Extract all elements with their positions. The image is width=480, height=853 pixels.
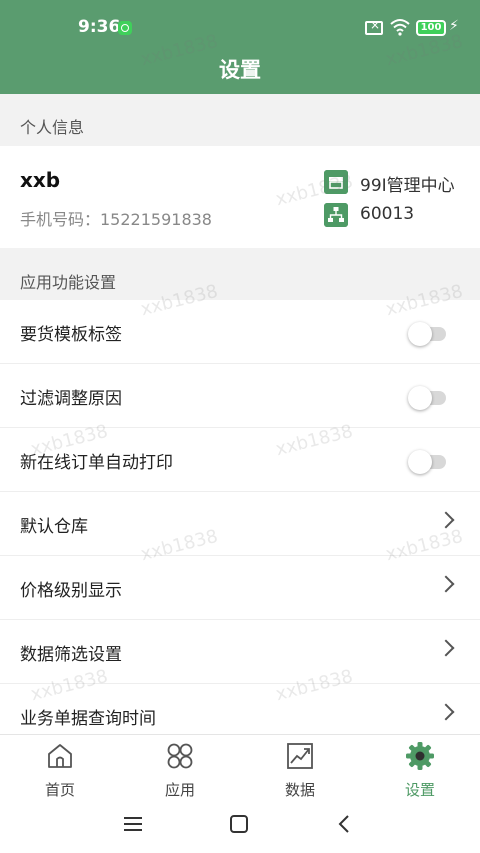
bottom-tab-bar: 首页 应用 数据 设置	[0, 734, 480, 800]
org-tree-icon	[324, 203, 348, 227]
home-square-icon[interactable]	[224, 812, 254, 836]
tab-label: 应用	[164, 781, 195, 799]
gear-icon	[406, 742, 434, 770]
setting-label: 要货模板标签	[20, 325, 122, 345]
status-time: 9:36	[78, 17, 121, 37]
chart-icon	[287, 743, 313, 769]
setting-row-order-template-tags[interactable]: 要货模板标签	[0, 300, 480, 364]
tab-apps[interactable]: 应用	[120, 739, 240, 799]
toggle-switch[interactable]	[408, 386, 448, 410]
wifi-icon	[390, 19, 410, 36]
setting-row-default-warehouse[interactable]: 默认仓库	[0, 492, 480, 556]
setting-label: 数据筛选设置	[20, 645, 122, 665]
app-header: 9:36 100 ⚡ 设置	[0, 0, 480, 94]
org-code: 60013	[360, 204, 415, 224]
phone-number: 手机号码：15221591838	[20, 210, 212, 229]
store-icon	[324, 170, 348, 194]
toggle-switch[interactable]	[408, 322, 448, 346]
setting-row-filter-adjust-reasons[interactable]: 过滤调整原因	[0, 364, 480, 428]
system-nav-bar	[0, 800, 480, 853]
toggle-knob	[408, 450, 432, 474]
setting-row-auto-print-online-orders[interactable]: 新在线订单自动打印	[0, 428, 480, 492]
toggle-knob	[408, 386, 432, 410]
tab-data[interactable]: 数据	[240, 739, 360, 799]
tab-label: 首页	[44, 781, 75, 799]
chevron-right-icon	[437, 703, 455, 721]
chevron-right-icon	[437, 511, 455, 529]
tab-label: 设置	[404, 781, 435, 799]
apps-icon	[167, 743, 193, 769]
toggle-knob	[408, 322, 432, 346]
setting-row-price-level-display[interactable]: 价格级别显示	[0, 556, 480, 620]
settings-list: 要货模板标签 过滤调整原因 新在线订单自动打印 默认仓库 价格级别显示 数据筛选…	[0, 300, 480, 734]
section-title-app-settings: 应用功能设置	[20, 273, 117, 292]
store-name: 99I管理中心	[360, 176, 455, 196]
section-title-personal: 个人信息	[20, 118, 85, 137]
tab-settings[interactable]: 设置	[360, 739, 480, 799]
charging-icon: ⚡	[449, 18, 459, 34]
back-icon[interactable]	[330, 812, 360, 836]
setting-label: 过滤调整原因	[20, 389, 122, 409]
setting-label: 业务单据查询时间	[20, 709, 156, 729]
tab-home[interactable]: 首页	[0, 739, 120, 799]
app-notification-icon	[118, 21, 132, 35]
no-sim-icon	[365, 18, 383, 35]
status-bar: 9:36 100 ⚡	[0, 14, 480, 42]
toggle-switch[interactable]	[408, 450, 448, 474]
setting-label: 新在线订单自动打印	[20, 453, 173, 473]
setting-label: 默认仓库	[20, 517, 88, 537]
profile-card[interactable]: xxb 手机号码：15221591838 99I管理中心 60013	[0, 146, 480, 248]
chevron-right-icon	[437, 639, 455, 657]
username: xxb	[20, 168, 61, 192]
setting-label: 价格级别显示	[20, 581, 122, 601]
battery-icon: 100	[416, 20, 446, 36]
setting-row-document-query-time[interactable]: 业务单据查询时间	[0, 684, 480, 734]
home-icon	[48, 744, 72, 768]
page-title: 设置	[219, 58, 261, 82]
menu-icon[interactable]	[118, 812, 148, 836]
chevron-right-icon	[437, 575, 455, 593]
tab-label: 数据	[284, 781, 315, 799]
setting-row-data-filter-settings[interactable]: 数据筛选设置	[0, 620, 480, 684]
